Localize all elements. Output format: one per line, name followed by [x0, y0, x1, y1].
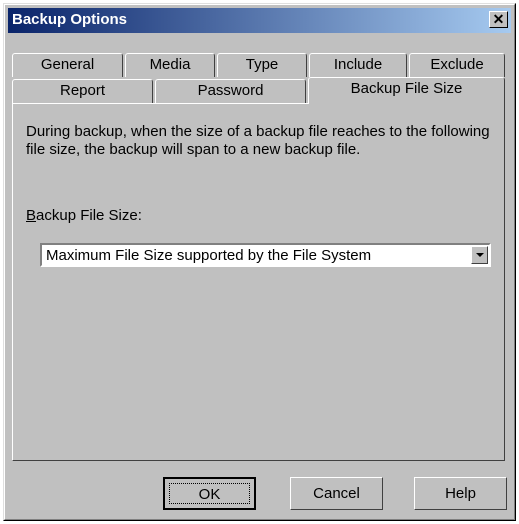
label-accelerator: B: [26, 207, 37, 224]
description-text: During backup, when the size of a backup…: [26, 123, 490, 158]
chevron-down-icon[interactable]: [471, 246, 488, 264]
backup-file-size-select[interactable]: Maximum File Size supported by the File …: [40, 243, 491, 267]
title-bar[interactable]: Backup Options ✕: [8, 8, 511, 33]
ok-button[interactable]: OK: [163, 477, 256, 510]
tab-row-back: General Media Type Include Exclude: [12, 53, 507, 78]
cancel-button[interactable]: Cancel: [290, 477, 383, 510]
backup-file-size-label: Backup File Size:: [26, 207, 142, 224]
tab-report[interactable]: Report: [12, 79, 153, 103]
tab-media[interactable]: Media: [125, 53, 215, 77]
help-button[interactable]: Help: [414, 477, 507, 510]
tab-include[interactable]: Include: [309, 53, 407, 77]
select-value: Maximum File Size supported by the File …: [46, 247, 372, 264]
dialog-title: Backup Options: [12, 11, 128, 28]
focus-rect: [169, 483, 250, 504]
tab-general[interactable]: General: [12, 53, 123, 77]
close-icon[interactable]: ✕: [489, 11, 508, 28]
tab-type[interactable]: Type: [217, 53, 307, 77]
tab-backup-file-size[interactable]: Backup File Size: [308, 77, 505, 104]
label-text: ackup File Size:: [36, 207, 142, 224]
tab-password[interactable]: Password: [155, 79, 306, 103]
help-label: Help: [445, 485, 476, 502]
tab-exclude[interactable]: Exclude: [409, 53, 505, 77]
cancel-label: Cancel: [313, 485, 360, 502]
tab-row-front: Report Password Backup File Size: [12, 77, 507, 104]
